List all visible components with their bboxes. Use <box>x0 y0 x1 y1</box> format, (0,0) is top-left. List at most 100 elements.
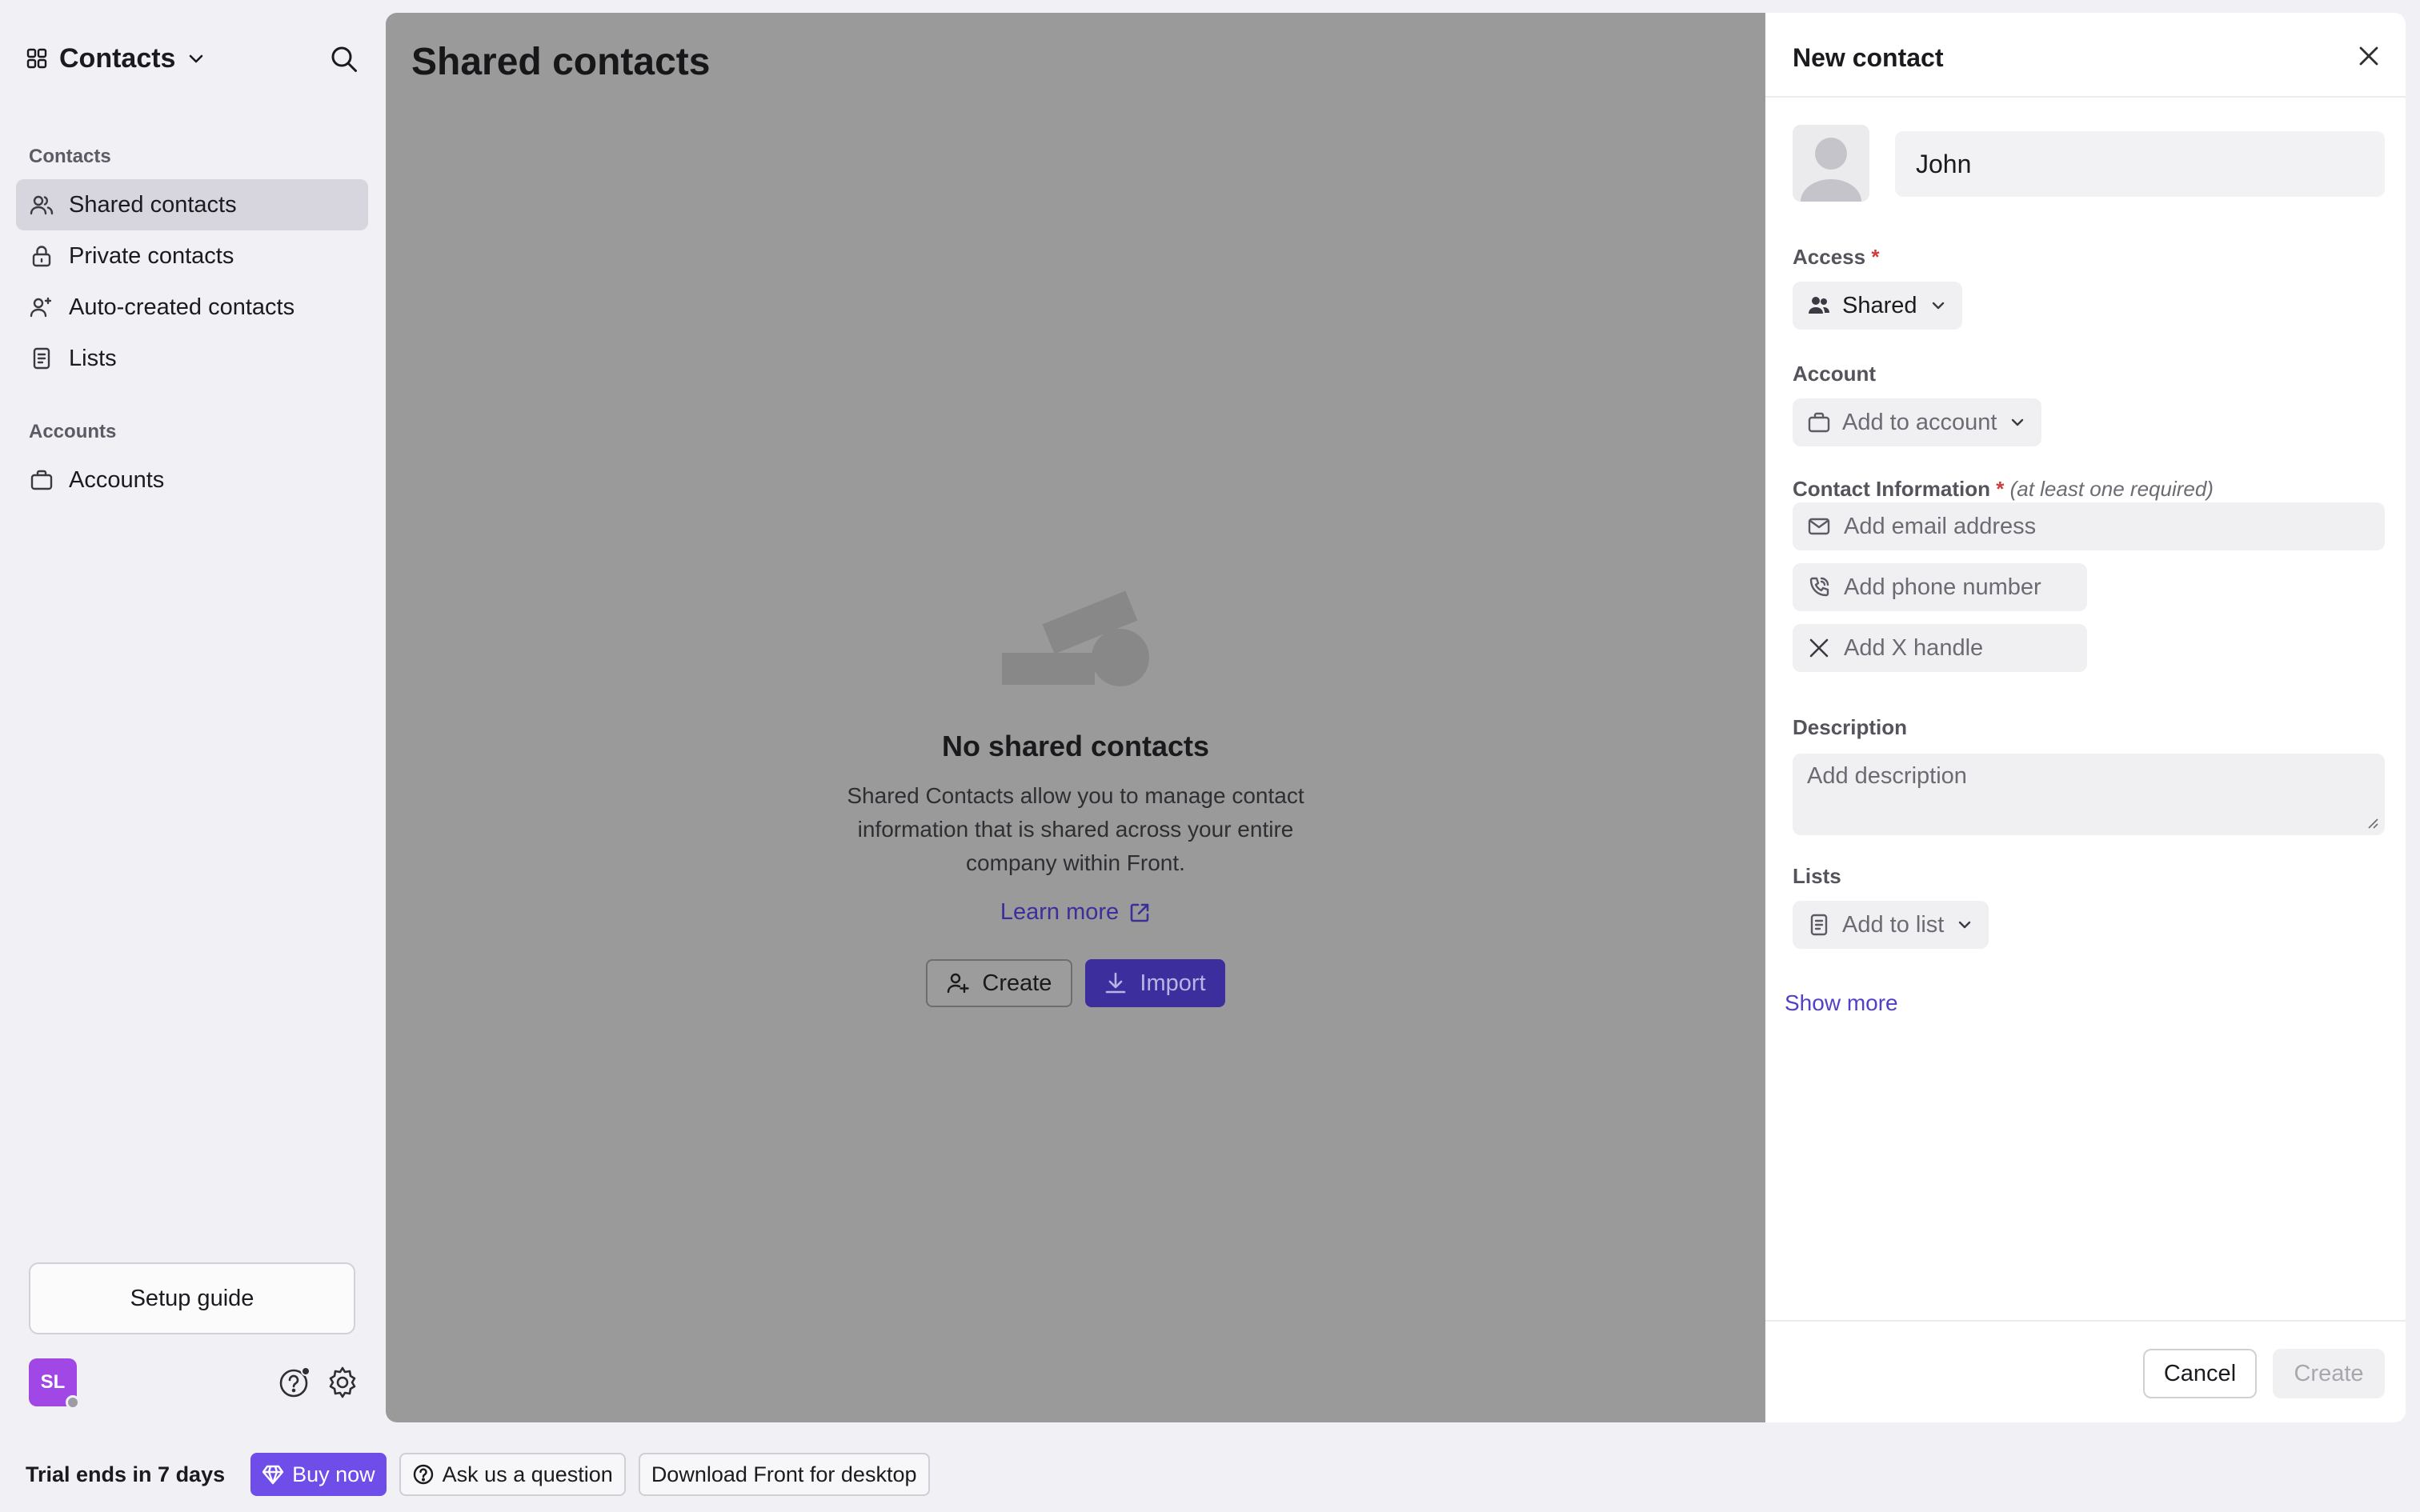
apps-grid-icon <box>26 47 48 70</box>
avatar[interactable]: SL <box>29 1358 80 1410</box>
learn-more-link[interactable]: Learn more <box>1000 899 1151 926</box>
user-sparkle-icon <box>29 294 54 320</box>
import-button[interactable]: Import <box>1085 959 1225 1007</box>
user-plus-icon <box>945 970 971 996</box>
presence-dot <box>66 1395 80 1410</box>
access-dropdown[interactable]: Shared <box>1793 282 1962 330</box>
create-contact-button[interactable]: Create <box>926 959 1073 1007</box>
empty-description: Shared Contacts allow you to manage cont… <box>847 783 1304 875</box>
sidebar: Contacts Contacts Shared contacts Privat… <box>0 0 384 1440</box>
download-desktop-label: Download Front for desktop <box>651 1462 917 1486</box>
lists-dropdown[interactable]: Add to list <box>1793 901 1989 949</box>
list-doc-icon <box>29 346 54 371</box>
x-logo-icon <box>1807 636 1831 660</box>
resize-handle-icon[interactable] <box>2366 816 2378 829</box>
app-title: Contacts <box>59 42 176 74</box>
bottom-bar: Trial ends in 7 days Buy now Ask us a qu… <box>0 1448 2420 1501</box>
users-icon <box>29 192 54 218</box>
ask-question-label: Ask us a question <box>442 1462 613 1486</box>
setup-guide-button[interactable]: Setup guide <box>29 1262 355 1334</box>
buy-now-label: Buy now <box>292 1462 375 1486</box>
search-icon[interactable] <box>325 40 363 78</box>
trial-notice: Trial ends in 7 days <box>26 1462 226 1486</box>
access-label: Access * <box>1793 245 1879 270</box>
account-dropdown[interactable]: Add to account <box>1793 398 2042 446</box>
help-icon[interactable] <box>277 1365 312 1400</box>
list-doc-icon <box>1807 913 1831 937</box>
drawer-title: New contact <box>1793 43 1944 72</box>
contact-info-label: Contact Information * (at least one requ… <box>1793 477 2214 502</box>
briefcase-icon <box>29 467 54 493</box>
account-placeholder: Add to account <box>1842 409 1997 435</box>
empty-actions: Create Import <box>926 959 1225 1007</box>
gear-icon[interactable] <box>325 1365 360 1400</box>
x-handle-field[interactable]: Add X handle <box>1793 624 2087 672</box>
new-contact-drawer: New contact Access * Shared Account Add … <box>1765 13 2406 1422</box>
sidebar-heading-contacts: Contacts <box>29 146 111 167</box>
chevron-down-icon <box>1929 296 1948 315</box>
sidebar-item-lists[interactable]: Lists <box>16 333 368 384</box>
contact-info-hint: (at least one required) <box>2009 477 2214 501</box>
empty-title: No shared contacts <box>941 730 1210 762</box>
description-label: Description <box>1793 715 1908 739</box>
mail-icon <box>1807 514 1831 538</box>
description-placeholder: Add description <box>1807 763 1967 789</box>
access-label-text: Access <box>1793 245 1866 269</box>
contact-name-input[interactable] <box>1895 131 2385 197</box>
avatar-initials: SL <box>40 1371 66 1393</box>
cancel-button[interactable]: Cancel <box>2143 1349 2257 1398</box>
phone-icon <box>1807 575 1831 599</box>
buy-now-button[interactable]: Buy now <box>250 1453 387 1496</box>
required-mark: * <box>1871 245 1880 269</box>
show-more-link[interactable]: Show more <box>1785 990 1898 1016</box>
phone-field[interactable]: Add phone number <box>1793 563 2087 611</box>
create-button[interactable]: Create <box>2273 1349 2385 1398</box>
empty-state: No shared contacts Shared Contacts allow… <box>386 589 1765 1007</box>
access-value: Shared <box>1842 292 1917 318</box>
create-label: Create <box>982 970 1052 996</box>
learn-more-label: Learn more <box>1000 899 1120 925</box>
download-desktop-button[interactable]: Download Front for desktop <box>638 1453 930 1496</box>
email-placeholder: Add email address <box>1844 513 2037 539</box>
sidebar-item-accounts[interactable]: Accounts <box>16 454 368 506</box>
description-textarea[interactable]: Add description <box>1793 754 2385 835</box>
main-content: Shared contacts No shared contacts Share… <box>386 13 1765 1422</box>
empty-illustration <box>996 589 1156 693</box>
page-title: Shared contacts <box>411 41 711 83</box>
lists-placeholder: Add to list <box>1842 911 1945 938</box>
sidebar-item-label: Lists <box>69 345 117 371</box>
download-icon <box>1103 970 1128 996</box>
lists-label: Lists <box>1793 864 1841 888</box>
sidebar-item-shared-contacts[interactable]: Shared contacts <box>16 179 368 230</box>
sidebar-item-private-contacts[interactable]: Private contacts <box>16 230 368 282</box>
email-field[interactable]: Add email address <box>1793 502 2385 550</box>
sidebar-heading-accounts: Accounts <box>29 421 117 442</box>
contact-info-label-text: Contact Information <box>1793 477 1990 501</box>
account-label: Account <box>1793 362 1876 386</box>
close-icon[interactable] <box>2353 40 2385 72</box>
required-mark: * <box>1996 477 2005 501</box>
sidebar-group-contacts: Contacts Shared contacts Private contact… <box>0 141 384 384</box>
briefcase-icon <box>1807 410 1831 434</box>
sidebar-item-label: Shared contacts <box>69 191 237 218</box>
sidebar-item-auto-created-contacts[interactable]: Auto-created contacts <box>16 282 368 333</box>
external-link-icon <box>1128 902 1151 924</box>
contact-photo-placeholder[interactable] <box>1793 125 1869 202</box>
drawer-footer: Cancel Create <box>1765 1320 2406 1422</box>
ask-question-button[interactable]: Ask us a question <box>399 1453 626 1496</box>
import-label: Import <box>1140 970 1206 996</box>
drawer-header: New contact <box>1765 13 2406 98</box>
lock-icon <box>29 243 54 269</box>
users-filled-icon <box>1807 294 1831 318</box>
sidebar-item-label: Accounts <box>69 466 165 493</box>
question-circle-icon <box>412 1463 435 1486</box>
chevron-down-icon <box>186 49 206 68</box>
diamond-icon <box>262 1463 284 1486</box>
sidebar-group-accounts: Accounts Accounts <box>0 416 384 506</box>
sidebar-item-label: Auto-created contacts <box>69 294 295 320</box>
app-switcher[interactable]: Contacts <box>26 40 206 77</box>
chevron-down-icon <box>2008 413 2027 432</box>
sidebar-item-label: Private contacts <box>69 242 234 269</box>
x-handle-placeholder: Add X handle <box>1844 634 1984 661</box>
chevron-down-icon <box>1955 915 1974 934</box>
